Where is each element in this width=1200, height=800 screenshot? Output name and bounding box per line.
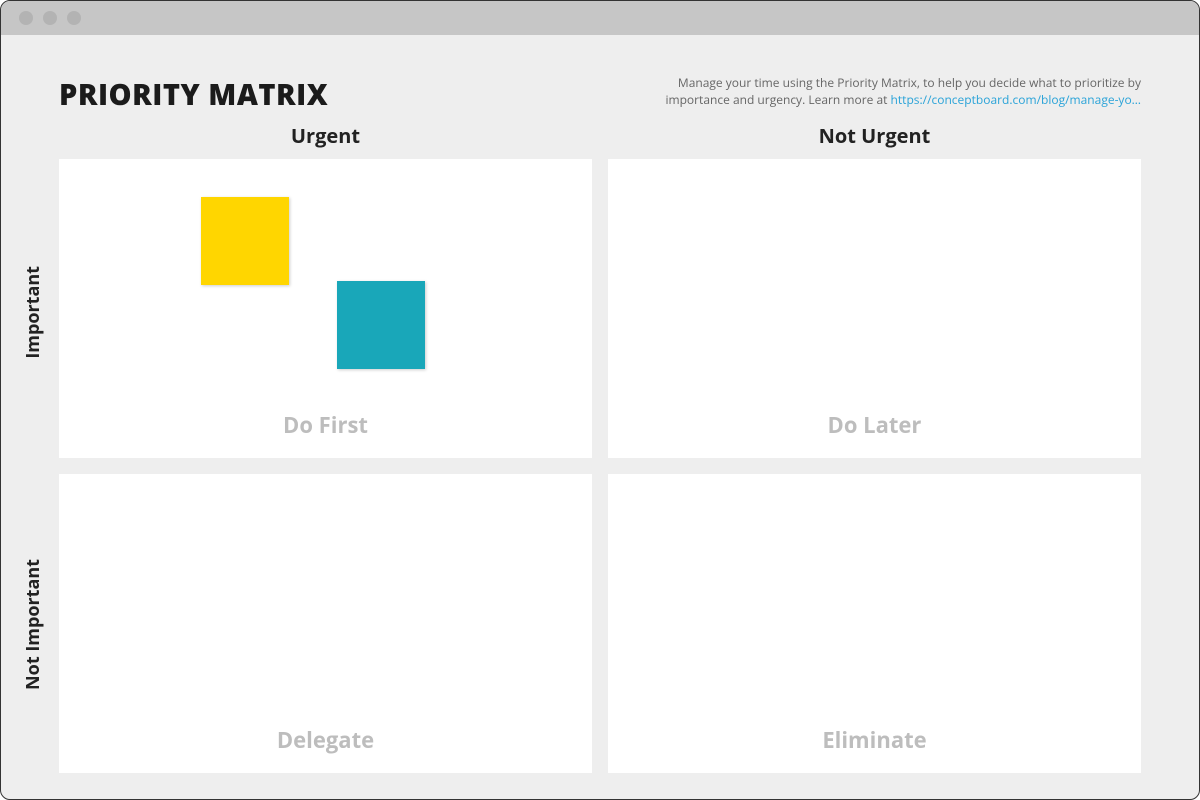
header: PRIORITY MATRIX Manage your time using t…: [59, 75, 1141, 114]
matrix-grid: Urgent Not Urgent Important Not Importan…: [59, 122, 1141, 773]
column-label-urgent: Urgent: [59, 122, 592, 149]
quadrants: Do First Do Later Delegate Eliminate: [59, 159, 1141, 773]
quadrant-do-later[interactable]: Do Later: [608, 159, 1141, 458]
quadrant-label: Do Later: [828, 410, 922, 440]
quadrant-label: Do First: [283, 410, 368, 440]
browser-window: PRIORITY MATRIX Manage your time using t…: [0, 0, 1200, 800]
column-labels: Urgent Not Urgent: [59, 122, 1141, 149]
quadrant-do-first[interactable]: Do First: [59, 159, 592, 458]
window-control-minimize[interactable]: [43, 11, 57, 25]
sticky-note-yellow[interactable]: [201, 197, 289, 285]
page-title: PRIORITY MATRIX: [59, 75, 328, 114]
window-titlebar: [1, 1, 1199, 35]
window-control-maximize[interactable]: [67, 11, 81, 25]
description: Manage your time using the Priority Matr…: [661, 75, 1141, 109]
quadrant-label: Eliminate: [822, 725, 926, 755]
row-label-not-important: Not Important: [21, 559, 45, 690]
quadrant-eliminate[interactable]: Eliminate: [608, 474, 1141, 773]
description-link[interactable]: https://conceptboard.com/blog/manage-yo…: [891, 91, 1141, 108]
row-labels: Important Not Important: [21, 164, 45, 773]
row-label-important: Important: [21, 266, 45, 359]
canvas-area[interactable]: PRIORITY MATRIX Manage your time using t…: [1, 35, 1199, 799]
quadrant-delegate[interactable]: Delegate: [59, 474, 592, 773]
window-control-close[interactable]: [19, 11, 33, 25]
sticky-note-teal[interactable]: [337, 281, 425, 369]
column-label-not-urgent: Not Urgent: [608, 122, 1141, 149]
quadrant-label: Delegate: [277, 725, 374, 755]
